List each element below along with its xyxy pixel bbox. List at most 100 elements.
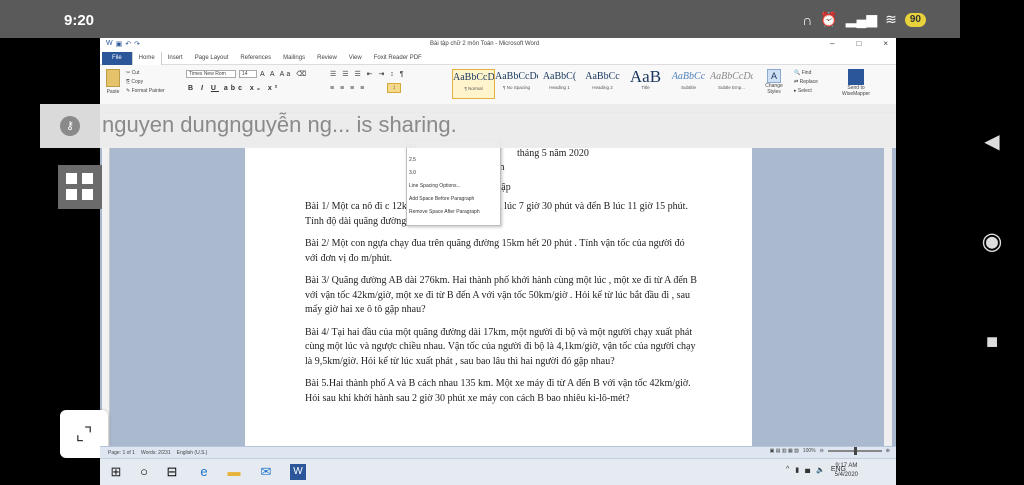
battery-tray-icon[interactable]: ▮ [795, 466, 799, 474]
screen: 9:20 ∩ ⏰ ▂▄▆ ≋ 90 ◀ ◉ ■ W ▣ ↶ ↷ Bài tập … [0, 0, 1024, 485]
task-view-icon[interactable]: ⊟ [164, 464, 180, 480]
word-taskbar-icon[interactable]: W [290, 464, 306, 480]
tab-home[interactable]: Home [131, 51, 162, 65]
menu-item-3-0[interactable]: 3.0 [407, 167, 500, 180]
status-icons: ∩ ⏰ ▂▄▆ ≋ 90 [802, 11, 926, 28]
tab-references[interactable]: References [234, 52, 277, 65]
clock-time: 9:17 AM [835, 463, 858, 469]
save-icon[interactable]: ▣ [116, 40, 123, 48]
style-label: Subtitle [680, 85, 696, 90]
undo-icon[interactable]: ↶ [125, 40, 131, 48]
font-size-box[interactable]: 14 [239, 70, 257, 78]
editing-group: 🔍 Find ⇄ Replace ▸ Select [794, 69, 818, 96]
format-buttons[interactable]: B I U abc x₂ x² [188, 85, 280, 92]
zoom-slider[interactable] [827, 447, 882, 455]
tab-foxit[interactable]: Foxit Reader PDF [368, 52, 428, 65]
style-subtitle[interactable]: AaBbCc Subtitle [667, 69, 710, 99]
send-to-wisemapper-button[interactable]: Send to WiseMapper [842, 69, 870, 97]
align-buttons[interactable]: ≡ ≡ ≡ ≡ [330, 85, 366, 92]
network-icon[interactable]: ▄ [805, 466, 810, 474]
tab-file[interactable]: File [102, 51, 132, 65]
mail-icon[interactable]: ✉ [258, 464, 274, 480]
menu-item-line-spacing-options[interactable]: Line Spacing Options... [407, 180, 500, 193]
tab-view[interactable]: View [343, 52, 368, 65]
window-controls: – □ × [830, 39, 888, 48]
page-count[interactable]: Page: 1 of 1 [108, 450, 135, 456]
style-sample: AaBbCc [585, 71, 620, 82]
clock-date: 5/4/2020 [834, 472, 858, 478]
back-icon[interactable]: ◀ [978, 128, 1006, 156]
copy-button[interactable]: ⎘ Copy [126, 78, 165, 87]
copy-label: Copy [131, 79, 144, 85]
tab-review[interactable]: Review [311, 52, 343, 65]
zoom-out-icon[interactable]: ⊖ [820, 448, 824, 454]
style-label: ¶ Normal [464, 86, 483, 91]
minimize-button[interactable]: – [830, 39, 834, 48]
zoom-slider-knob[interactable] [853, 447, 857, 455]
recent-apps-icon[interactable]: ■ [978, 328, 1006, 356]
tray-arrow-icon[interactable]: ^ [786, 466, 789, 474]
tab-mailings[interactable]: Mailings [277, 52, 311, 65]
word-count[interactable]: Words: 2/231 [141, 450, 171, 456]
style-sample: AaBbCc [671, 71, 706, 82]
search-icon[interactable]: ○ [136, 464, 152, 480]
start-icon[interactable]: ⊞ [108, 464, 124, 480]
file-explorer-icon[interactable]: ▬ [226, 464, 242, 480]
screen-share-banner: ⚷ nguyen dungnguyễn ng... is sharing. [40, 104, 896, 148]
style-sample: AaBbC( [542, 71, 577, 82]
android-nav-bar: ◀ ◉ ■ [960, 0, 1024, 485]
maximize-button[interactable]: □ [856, 39, 861, 48]
style-heading-1[interactable]: AaBbC( Heading 1 [538, 69, 581, 99]
exercise-4: Bài 4/ Tại hai đầu của một quãng đường d… [305, 326, 696, 367]
date-line: tháng 5 năm 2020 [517, 148, 589, 159]
style-label: Subtle Emp... [717, 85, 745, 90]
ribbon-tabs: File Home Insert Page Layout References … [100, 51, 896, 65]
style-label: Heading 2 [592, 85, 613, 90]
list-buttons[interactable]: ☰ ☰ ☰ ⇤ ⇥ ↕ ¶ [330, 70, 406, 78]
style-sample: AaBbCcDc [453, 72, 495, 83]
grid-view-button[interactable] [58, 165, 102, 209]
style-normal[interactable]: AaBbCcDc ¶ Normal [452, 69, 495, 99]
change-styles-icon: A [767, 69, 781, 83]
phone-time: 9:20 [64, 12, 95, 29]
font-grow-shrink[interactable]: A A Aa ⌫ [260, 70, 308, 78]
styles-gallery: AaBbCcDc ¶ Normal AaBbCcDc ¶ No Spacing … [452, 69, 753, 99]
menu-item-2-5[interactable]: 2.5 [407, 154, 500, 167]
change-styles-label: Change Styles [765, 83, 783, 95]
zoom-in-icon[interactable]: ⊕ [886, 448, 890, 454]
tab-page-layout[interactable]: Page Layout [189, 52, 235, 65]
quick-access-toolbar: W ▣ ↶ ↷ [106, 40, 140, 48]
language-indicator[interactable]: English (U.S.) [177, 450, 208, 456]
zoom-level[interactable]: 100% [803, 448, 816, 454]
paste-button[interactable]: Paste [104, 69, 122, 95]
style-no-spacing[interactable]: AaBbCcDc ¶ No Spacing [495, 69, 538, 99]
change-styles-button[interactable]: A Change Styles [760, 69, 788, 95]
wifi-icon: ≋ [885, 11, 897, 27]
close-button[interactable]: × [883, 39, 888, 48]
style-title[interactable]: AaB Title [624, 69, 667, 99]
edge-icon[interactable]: e [196, 464, 212, 480]
font-name-box[interactable]: Times New Rom [186, 70, 236, 78]
format-painter-button[interactable]: ✎ Format Painter [126, 87, 165, 96]
style-label: ¶ No Spacing [503, 85, 530, 90]
view-buttons[interactable]: ▣ ▤ ▥ ▦ ▧ [770, 448, 799, 454]
line-spacing-button[interactable]: ↕ [387, 83, 401, 93]
home-icon[interactable]: ◉ [978, 228, 1006, 256]
tab-insert[interactable]: Insert [162, 52, 189, 65]
taskbar-clock[interactable]: 9:17 AM 5/4/2020 [835, 462, 858, 480]
exercise-1: Bài 1/ Một ca nô đi c 12km/giờ. Ca nô kh… [305, 201, 688, 227]
vertical-scrollbar[interactable] [884, 148, 892, 446]
paste-label: Paste [106, 89, 120, 95]
menu-item-remove-space-after[interactable]: Remove Space After Paragraph [407, 206, 500, 219]
volume-icon[interactable]: 🔈 [816, 466, 825, 474]
find-button[interactable]: 🔍 Find [794, 69, 818, 78]
style-subtle-emphasis[interactable]: AaBbCcDc Subtle Emp... [710, 69, 753, 99]
menu-item-add-space-before[interactable]: Add Space Before Paragraph [407, 193, 500, 206]
redo-icon[interactable]: ↷ [134, 40, 140, 48]
grid-cell [82, 173, 93, 184]
clipboard-group: ✂ Cut ⎘ Copy ✎ Format Painter [126, 69, 165, 96]
replace-button[interactable]: ⇄ Replace [794, 78, 818, 87]
style-heading-2[interactable]: AaBbCc Heading 2 [581, 69, 624, 99]
cut-button[interactable]: ✂ Cut [126, 69, 165, 78]
select-button[interactable]: ▸ Select [794, 87, 818, 96]
